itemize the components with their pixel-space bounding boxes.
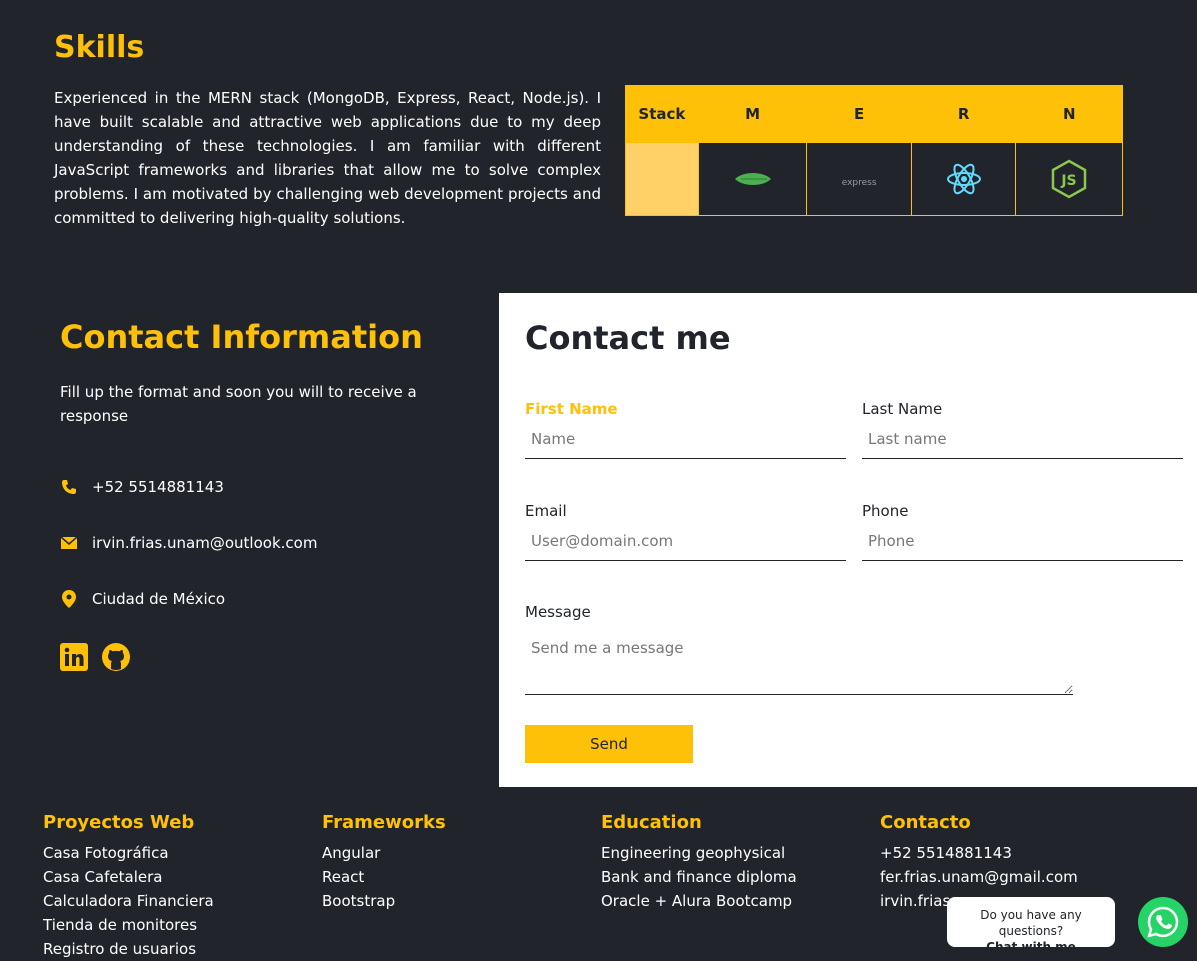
chat-bubble[interactable]: Do you have any questions? Chat with me (947, 897, 1115, 954)
footer-link[interactable]: Calculadora Financiera (43, 889, 303, 913)
mongodb-icon (734, 173, 771, 186)
footer-contact-title: Contacto (880, 812, 971, 833)
phone-group: Phone (862, 502, 1183, 561)
react-cell (910, 142, 1017, 216)
first-name-input[interactable] (525, 424, 846, 459)
linkedin-icon[interactable] (60, 643, 88, 675)
last-name-label: Last Name (862, 400, 943, 418)
footer-education: Education Engineering geophysical Bank a… (601, 812, 861, 913)
whatsapp-button[interactable] (1138, 897, 1188, 947)
nodejs-header: N (1015, 85, 1123, 143)
stack-table: Stack M E R N express JS (625, 85, 1123, 216)
footer-text: fer.frias.unam@gmail.com (880, 868, 1078, 886)
contact-form-panel: Contact me First Name Last Name Email Ph… (499, 293, 1197, 787)
contact-email-row: irvin.frias.unam@outlook.com (60, 534, 317, 552)
stack-cell (625, 142, 699, 216)
contact-form-title: Contact me (525, 319, 731, 357)
contact-location-row: Ciudad de México (60, 590, 225, 608)
stack-table-header: Stack M E R N (625, 85, 1123, 143)
last-name-group: Last Name (862, 400, 1183, 459)
last-name-input[interactable] (862, 424, 1183, 459)
first-name-label: First Name (525, 400, 618, 418)
footer-link[interactable]: Casa Cafetalera (43, 865, 303, 889)
skills-title: Skills (54, 30, 145, 65)
footer-link[interactable]: React (322, 865, 582, 889)
footer-link[interactable]: Casa Fotográfica (43, 841, 303, 865)
email-input[interactable] (525, 526, 846, 561)
footer-link[interactable]: Registro de usuarios (43, 937, 303, 961)
stack-header: Stack (625, 85, 699, 143)
skills-description: Experienced in the MERN stack (MongoDB, … (54, 89, 601, 227)
footer-text: Bank and finance diploma (601, 868, 797, 886)
mongodb-cell (697, 142, 808, 216)
mongodb-header: M (697, 85, 808, 143)
contact-phone: +52 5514881143 (92, 478, 224, 496)
express-icon: express (841, 177, 877, 188)
email-label: Email (525, 502, 567, 520)
footer-link[interactable]: Angular (322, 841, 582, 865)
footer-text: +52 5514881143 (880, 844, 1012, 862)
email-group: Email (525, 502, 846, 561)
footer-link[interactable]: Tienda de monitores (43, 913, 303, 937)
contact-phone-row: +52 5514881143 (60, 478, 224, 496)
github-icon[interactable] (102, 643, 130, 675)
react-icon (946, 163, 981, 195)
footer-frameworks: Frameworks Angular React Bootstrap (322, 812, 582, 913)
svg-text:JS: JS (1061, 173, 1077, 189)
chat-cta: Chat with me (986, 940, 1076, 954)
stack-table-row: express JS (625, 142, 1123, 216)
phone-input[interactable] (862, 526, 1183, 561)
first-name-group: First Name (525, 400, 846, 459)
contact-email: irvin.frias.unam@outlook.com (92, 534, 318, 552)
nodejs-icon: JS (1051, 159, 1087, 199)
footer-text: Oracle + Alura Bootcamp (601, 892, 793, 910)
footer-link[interactable]: Bootstrap (322, 889, 582, 913)
footer-projects: Proyectos Web Casa Fotográfica Casa Cafe… (43, 812, 303, 961)
contact-location: Ciudad de México (92, 590, 226, 608)
message-label: Message (525, 603, 591, 621)
chat-question: Do you have any questions? (980, 908, 1082, 938)
footer-education-title: Education (601, 812, 702, 833)
envelope-icon (60, 534, 78, 552)
send-button[interactable]: Send (525, 725, 693, 763)
social-links (60, 643, 130, 675)
contact-info-title: Contact Information (60, 318, 423, 356)
phone-label: Phone (862, 502, 909, 520)
react-header: R (910, 85, 1017, 143)
express-header: E (806, 85, 912, 143)
phone-icon (60, 478, 78, 496)
message-group: Message (525, 603, 1073, 699)
footer-text: Engineering geophysical (601, 844, 786, 862)
location-pin-icon (60, 590, 78, 608)
footer-frameworks-title: Frameworks (322, 812, 446, 833)
contact-info-description: Fill up the format and soon you will to … (60, 383, 417, 425)
express-cell: express (806, 142, 912, 216)
message-textarea[interactable] (525, 633, 1073, 695)
whatsapp-icon (1147, 906, 1179, 938)
nodejs-cell: JS (1015, 142, 1123, 216)
footer-projects-title: Proyectos Web (43, 812, 195, 833)
